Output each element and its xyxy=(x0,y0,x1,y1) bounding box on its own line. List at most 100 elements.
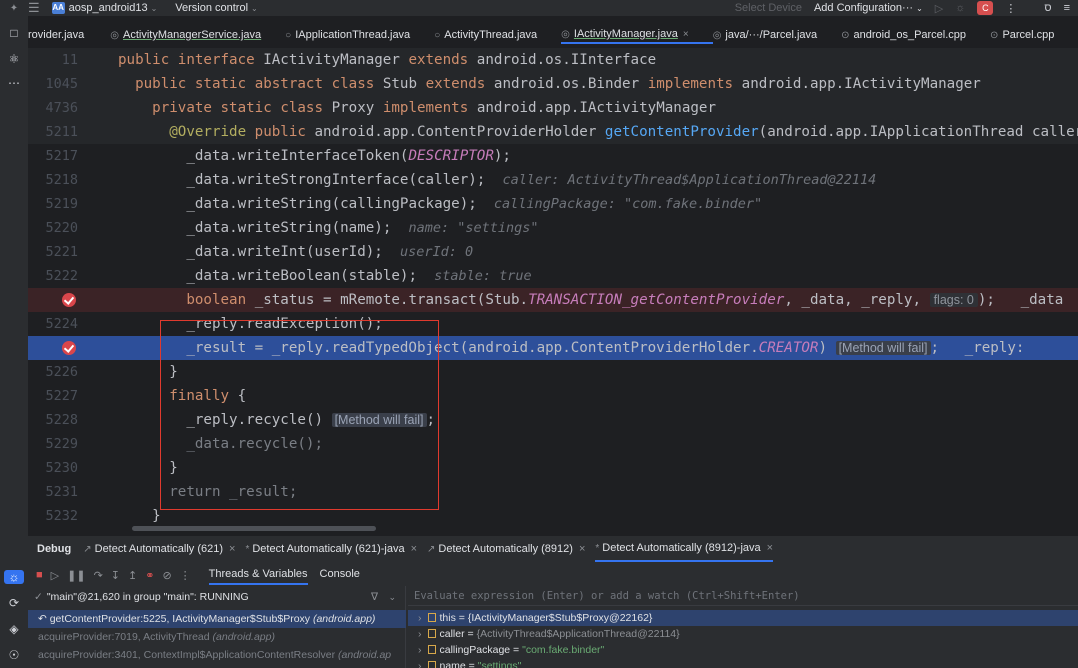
code-content: _data.writeString(callingPackage); xyxy=(186,196,477,212)
frame-package: (android.app) xyxy=(212,631,275,643)
stack-frame[interactable]: acquireProvider:3401, ContextImpl$Applic… xyxy=(28,646,406,664)
code-line[interactable]: 5222 _data.writeBoolean(stable); stable:… xyxy=(28,264,1078,288)
close-icon[interactable]: × xyxy=(579,543,585,555)
close-icon[interactable]: × xyxy=(683,29,689,40)
filter-icon[interactable]: ∇ xyxy=(371,591,378,603)
code-line[interactable]: boolean _status = mRemote.transact(Stub.… xyxy=(28,288,1078,312)
translate-icon[interactable]: ס xyxy=(1044,2,1051,14)
line-number: 5231 xyxy=(45,484,78,500)
editor-tab-label: ActivityThread.java xyxy=(444,29,538,41)
services-icon[interactable]: ⟳ xyxy=(0,596,28,610)
project-view-icon[interactable]: □ xyxy=(0,26,28,40)
editor-tab[interactable]: ⊙ Parcel.cpp xyxy=(990,26,1078,44)
code-line[interactable]: 5219 _data.writeString(callingPackage); … xyxy=(28,192,1078,216)
version-control-menu[interactable]: Version control ⌄ xyxy=(175,2,257,14)
code-content: _data.writeInt(userId); xyxy=(186,244,383,260)
editor-tab[interactable]: ◎ IActivityManager.java × xyxy=(561,26,713,44)
git-icon[interactable]: ◈ xyxy=(0,622,28,636)
variable-value: {ActivityThread$ApplicationThread@22114} xyxy=(476,628,680,640)
project-badge: AA xyxy=(51,2,65,14)
app-logo-icon: ✦ xyxy=(9,2,19,14)
debug-session-tabs: Debug ↗ Detect Automatically (621) × * Detec… xyxy=(28,536,1078,562)
pause-icon[interactable]: ❚❚ xyxy=(67,569,85,582)
android-icon[interactable]: ☉ xyxy=(0,648,28,662)
breakpoint-icon[interactable] xyxy=(62,293,76,307)
debug-session-tab[interactable]: ↗ Detect Automatically (621) × xyxy=(83,536,235,562)
line-number: 5221 xyxy=(45,244,78,260)
watch-input[interactable]: Evaluate expression (Enter) or add a wat… xyxy=(408,586,1078,606)
device-selector[interactable]: Select Device xyxy=(735,2,802,14)
chevron-down-icon[interactable]: ⌄ xyxy=(388,592,396,603)
debug-session-label: Detect Automatically (621) xyxy=(94,543,224,555)
code-line[interactable]: 11 public interface IActivityManager exte… xyxy=(28,48,1078,72)
code-line[interactable]: 5217 _data.writeInterfaceToken(DESCRIPTO… xyxy=(28,144,1078,168)
debug-bug-icon[interactable]: ☼ xyxy=(955,2,965,14)
variable-row[interactable]: › this = {IActivityManager$Stub$Proxy@221… xyxy=(408,610,1078,626)
variables-pane: Evaluate expression (Enter) or add a wat… xyxy=(408,586,1078,668)
editor-tab[interactable]: ○ IApplicationThread.java xyxy=(285,26,434,44)
more-icon[interactable]: ⋮ xyxy=(180,569,191,582)
line-number: 5218 xyxy=(45,172,78,188)
chevron-down-icon: ⌄ xyxy=(251,3,258,13)
chevron-right-icon[interactable]: › xyxy=(418,628,422,640)
more-tools-icon[interactable]: ⋯ xyxy=(0,76,28,90)
stop-icon[interactable]: ■ xyxy=(36,569,43,581)
code-tail: ); _data xyxy=(977,292,1064,308)
session-icon: * xyxy=(595,542,600,554)
structure-icon[interactable]: ⚛ xyxy=(0,52,28,66)
close-icon[interactable]: × xyxy=(767,542,773,554)
variable-row[interactable]: › caller = {ActivityThread$ApplicationThr… xyxy=(408,626,1078,642)
code-line[interactable]: 1045 public static abstract class Stub e… xyxy=(28,72,1078,96)
frame-icon: ↶ xyxy=(38,613,50,625)
code-line[interactable]: 4736 private static class Proxy implemen… xyxy=(28,96,1078,120)
editor-tab-label: java/···/Parcel.java xyxy=(725,29,818,41)
editor-tab[interactable]: ○ ActivityThread.java xyxy=(434,26,561,44)
running-apps-badge[interactable]: C xyxy=(977,1,994,15)
close-icon[interactable]: × xyxy=(229,543,235,555)
editor-tab[interactable]: ⊙ android_os_Parcel.cpp xyxy=(841,26,990,44)
editor-tab[interactable]: ◎ ActivityManagerService.java xyxy=(110,26,285,44)
line-number: 5232 xyxy=(45,508,78,524)
resume-icon[interactable]: ▷ xyxy=(51,569,59,582)
mute-breakpoints-icon[interactable]: ⊘ xyxy=(162,569,171,582)
project-selector[interactable]: AA aosp_android13 ⌄ xyxy=(51,2,157,14)
code-line[interactable]: 5211 @Override public android.app.Conten… xyxy=(28,120,1078,144)
inline-hint-pill: [Method will fail] xyxy=(835,341,931,355)
variable-row[interactable]: › callingPackage = "com.fake.binder" xyxy=(408,642,1078,658)
stack-frame[interactable]: acquireProvider:7019, ActivityThread (an… xyxy=(28,628,406,646)
code-line[interactable]: 5220 _data.writeString(name); name: "set… xyxy=(28,216,1078,240)
layout-icon[interactable]: ≡ xyxy=(1064,2,1070,14)
frames-pane: ✓ "main"@21,620 in group "main": RUNNING… xyxy=(28,586,406,668)
step-into-icon[interactable]: ↧ xyxy=(111,569,120,582)
horizontal-scrollbar[interactable] xyxy=(132,526,376,531)
chevron-right-icon[interactable]: › xyxy=(418,612,422,624)
stack-frame[interactable]: ↶ getContentProvider:5225, IActivityMana… xyxy=(28,610,406,628)
editor-tab[interactable]: ◎ java/···/Parcel.java xyxy=(713,26,841,44)
line-number: 5219 xyxy=(45,196,78,212)
chevron-right-icon[interactable]: › xyxy=(418,660,422,668)
chevron-right-icon[interactable]: › xyxy=(418,644,422,656)
variable-row[interactable]: › name = "settings" xyxy=(408,658,1078,668)
tab-threads-variables[interactable]: Threads & Variables xyxy=(208,565,308,585)
debug-session-tab[interactable]: * Detect Automatically (8912)-java × xyxy=(595,536,774,562)
code-line[interactable]: 5221 _data.writeInt(userId); userId: 0 xyxy=(28,240,1078,264)
debug-session-tab[interactable]: ↗ Detect Automatically (8912) × xyxy=(427,536,585,562)
breakpoints-icon[interactable]: ⚭ xyxy=(145,569,154,582)
code-text: private static class Proxy implements an… xyxy=(118,96,716,120)
step-out-icon[interactable]: ↥ xyxy=(128,569,137,582)
run-icon[interactable]: ▷ xyxy=(935,2,943,15)
editor-tab[interactable]: rovider.java xyxy=(28,26,110,44)
close-icon[interactable]: × xyxy=(411,543,417,555)
code-line[interactable]: 5218 _data.writeStrongInterface(caller);… xyxy=(28,168,1078,192)
more-actions-icon[interactable]: ⋮ xyxy=(1005,2,1016,15)
tab-console[interactable]: Console xyxy=(320,565,360,585)
main-menu-icon[interactable]: ☰ xyxy=(28,0,40,16)
chevron-down-icon: ⌄ xyxy=(916,4,923,13)
debug-session-tab[interactable]: * Detect Automatically (621)-java × xyxy=(245,536,417,562)
code-editor[interactable]: 11 public interface IActivityManager exte… xyxy=(28,46,1078,534)
breakpoint-icon[interactable] xyxy=(62,341,76,355)
thread-selector[interactable]: ✓ "main"@21,620 in group "main": RUNNING… xyxy=(28,588,406,606)
step-over-icon[interactable]: ↷ xyxy=(94,569,103,582)
debug-tool-icon[interactable]: ☼ xyxy=(4,570,24,584)
run-configuration-selector[interactable]: Add Configuration··· ⌄ xyxy=(814,2,923,14)
